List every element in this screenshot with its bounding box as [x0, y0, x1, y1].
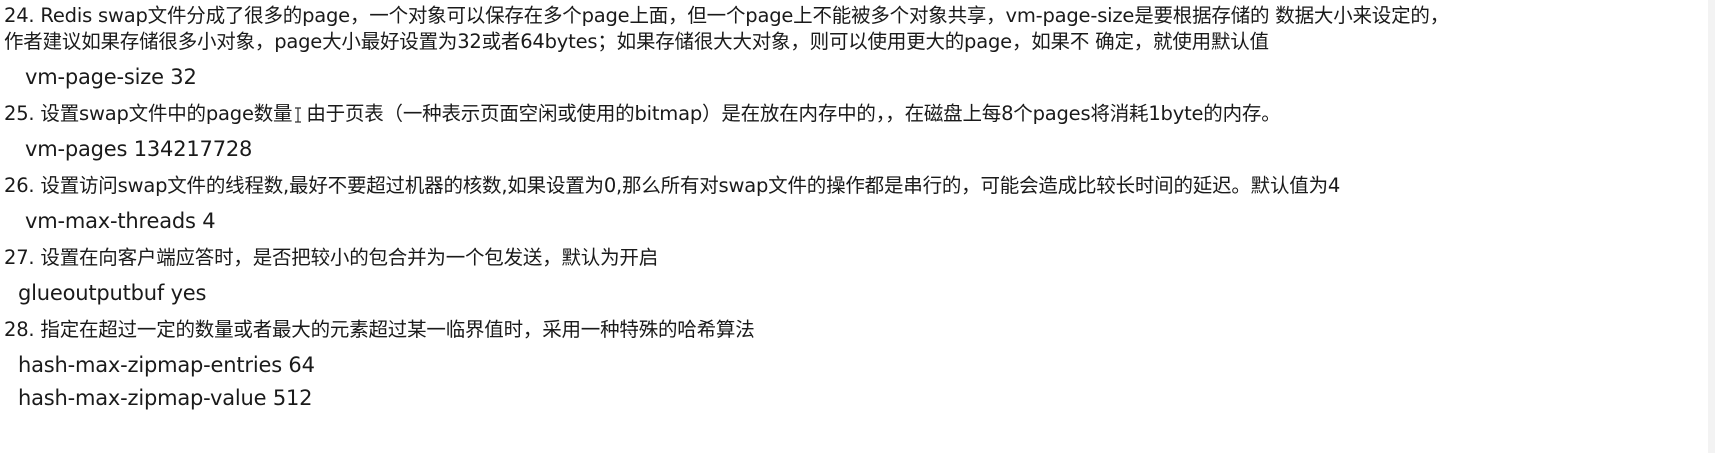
item-25-code: vm-pages 134217728: [25, 137, 253, 161]
item-28-code-2: hash-max-zipmap-value 512: [18, 386, 313, 410]
item-28-code-1: hash-max-zipmap-entries 64: [18, 353, 315, 377]
item-27-description: 27. 设置在向客户端应答时，是否把较小的包合并为一个包发送，默认为开启: [4, 246, 659, 269]
item-24-code: vm-page-size 32: [25, 65, 197, 89]
item-24-description-line-1: 24. Redis swap文件分成了很多的page，一个对象可以保存在多个pa…: [4, 4, 1449, 27]
item-25-description-part-2: 由于页表（一种表示页面空闲或使用的bitmap）是在放在内存中的，，在磁盘上每8…: [306, 102, 1281, 125]
item-28-description: 28. 指定在超过一定的数量或者最大的元素超过某一临界值时，采用一种特殊的哈希算…: [4, 318, 755, 341]
document-body: 24. Redis swap文件分成了很多的page，一个对象可以保存在多个pa…: [0, 0, 1715, 453]
item-27-code: glueoutputbuf yes: [18, 281, 207, 305]
item-25-description-part-1: 25. 设置swap文件中的page数量: [4, 102, 293, 125]
item-25-description: 25. 设置swap文件中的page数量 由于页表（一种表示页面空闲或使用的bit…: [4, 102, 1281, 126]
item-26-description: 26. 设置访问swap文件的线程数,最好不要超过机器的核数,如果设置为0,那么…: [4, 174, 1341, 197]
vertical-scrollbar[interactable]: [1708, 0, 1715, 453]
item-26-code: vm-max-threads 4: [25, 209, 216, 233]
item-24-description-line-2: 作者建议如果存储很多小对象，page大小最好设置为32或者64bytes；如果存…: [4, 30, 1269, 53]
text-cursor-icon: [292, 104, 306, 126]
